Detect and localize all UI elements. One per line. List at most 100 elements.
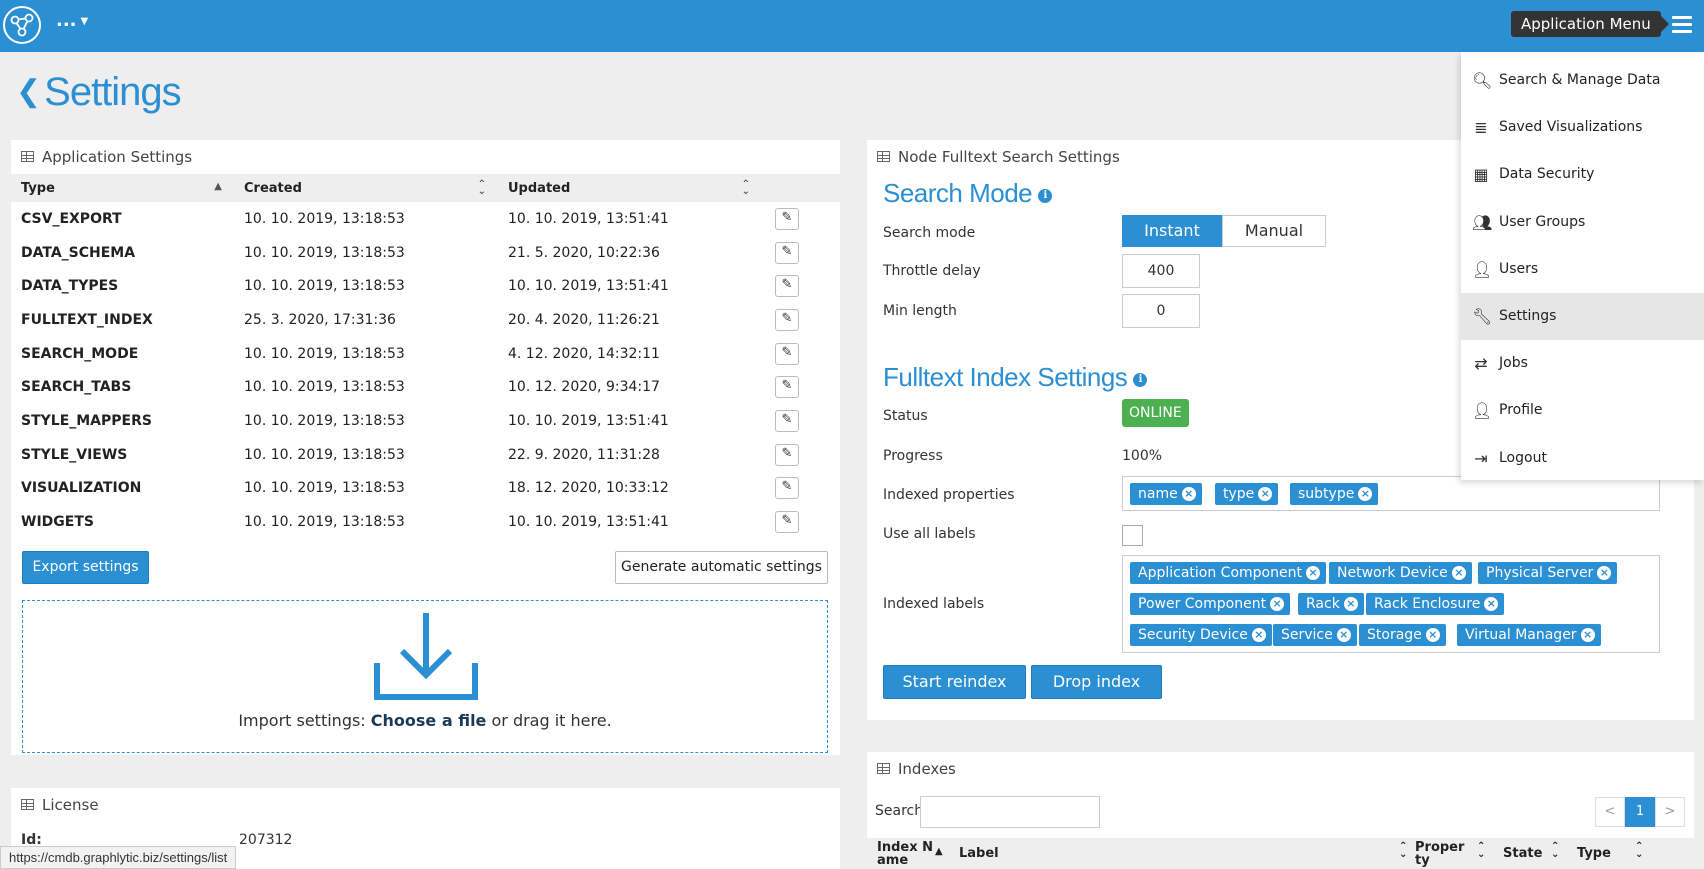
menu-item-jobs[interactable]: ⇄ Jobs xyxy=(1461,340,1704,387)
remove-tag-icon[interactable]: × xyxy=(1343,597,1358,611)
menu-item-users[interactable]: 👤︎ Users xyxy=(1461,246,1704,293)
remove-tag-icon[interactable]: × xyxy=(1181,487,1196,501)
tag-label: Network Device xyxy=(1337,565,1448,581)
table-row: STYLE_VIEWS 10. 10. 2019, 13:18:53 22. 9. … xyxy=(11,438,840,472)
application-menu-dropdown: 🔍︎ Search & Manage Data ≣ Saved Visualizati… xyxy=(1461,52,1704,480)
cell-updated: 10. 10. 2019, 13:51:41 xyxy=(508,278,669,295)
edit-icon[interactable]: ✎ xyxy=(775,207,799,230)
edit-icon[interactable]: ✎ xyxy=(775,275,799,298)
cell-actions: ✎ xyxy=(762,370,840,404)
table-row: SEARCH_MODE 10. 10. 2019, 13:18:53 4. 12. … xyxy=(11,337,840,371)
edit-icon[interactable]: ✎ xyxy=(775,241,799,264)
edit-icon[interactable]: ✎ xyxy=(775,477,799,500)
menu-item-logout[interactable]: ⇥ Logout xyxy=(1461,435,1704,482)
search-mode-instant[interactable]: Instant xyxy=(1122,215,1222,247)
drop-index-button[interactable]: Drop index xyxy=(1031,665,1162,699)
export-settings-button[interactable]: Export settings xyxy=(22,551,149,584)
panel-title: Application Settings xyxy=(42,148,193,166)
column-index-name[interactable]: Index N ame xyxy=(877,841,937,867)
column-state[interactable]: State xyxy=(1503,846,1542,861)
workspace-dropdown[interactable]: ... ▼ xyxy=(56,10,88,31)
indexed-labels-input[interactable]: Application Component × Network Device × P… xyxy=(1122,555,1660,653)
column-label: Updated xyxy=(508,180,571,196)
remove-tag-icon[interactable]: × xyxy=(1305,566,1320,580)
table-icon xyxy=(877,151,890,162)
heading-text: Fulltext Index Settings xyxy=(883,362,1128,392)
tag-label: name xyxy=(1138,486,1178,502)
column-type[interactable]: Type ▲ xyxy=(11,174,234,202)
table-row: DATA_SCHEMA 10. 10. 2019, 13:18:53 21. 5. … xyxy=(11,236,840,270)
graph-logo-icon[interactable] xyxy=(2,5,42,45)
caret-down-icon: ▼ xyxy=(80,15,89,27)
remove-tag-icon[interactable]: × xyxy=(1597,566,1612,580)
pager-next-button[interactable]: > xyxy=(1655,797,1685,827)
remove-tag-icon[interactable]: × xyxy=(1258,487,1273,501)
indexed-properties-label: Indexed properties xyxy=(883,487,1015,503)
edit-icon[interactable]: ✎ xyxy=(775,308,799,331)
sort-icon: ⌃ ⌄ xyxy=(1399,841,1408,860)
column-label[interactable]: Label xyxy=(959,846,999,861)
edit-icon[interactable]: ✎ xyxy=(775,342,799,365)
cell-actions: ✎ xyxy=(762,303,840,337)
edit-icon[interactable]: ✎ xyxy=(775,443,799,466)
remove-tag-icon[interactable]: × xyxy=(1270,597,1285,611)
back-chevron-icon[interactable]: ❮ xyxy=(16,75,41,108)
edit-icon[interactable]: ✎ xyxy=(775,376,799,399)
tag-label: type xyxy=(1223,486,1255,502)
cell-actions: ✎ xyxy=(762,202,840,236)
remove-tag-icon[interactable]: × xyxy=(1358,487,1373,501)
pager-prev-button[interactable]: < xyxy=(1595,797,1625,827)
cell-type: DATA_SCHEMA xyxy=(21,244,136,261)
edit-icon[interactable]: ✎ xyxy=(775,409,799,432)
menu-item-data-security[interactable]: ▦ Data Security xyxy=(1461,151,1704,198)
remove-tag-icon[interactable]: × xyxy=(1336,628,1351,642)
generate-automatic-settings-button[interactable]: Generate automatic settings xyxy=(615,551,828,584)
menu-item-profile[interactable]: 👤︎ Profile xyxy=(1461,387,1704,434)
search-mode-manual[interactable]: Manual xyxy=(1222,215,1326,247)
menu-item-user-groups[interactable]: 👥︎ User Groups xyxy=(1461,199,1704,246)
cell-created: 10. 10. 2019, 13:18:53 xyxy=(244,210,405,227)
use-all-labels-checkbox[interactable] xyxy=(1122,525,1143,546)
cell-actions: ✎ xyxy=(762,337,840,371)
menu-item-label: Saved Visualizations xyxy=(1499,119,1643,136)
import-instructions: Import settings: Choose a file or drag i… xyxy=(23,711,827,730)
throttle-delay-input[interactable]: 400 xyxy=(1122,254,1200,288)
tag-label: Power Component xyxy=(1138,596,1267,612)
column-created[interactable]: Created ⌃ ⌄ xyxy=(234,174,498,202)
column-updated[interactable]: Updated ⌃ ⌄ xyxy=(498,174,762,202)
fulltext-index-heading: Fulltext Index Settings i xyxy=(883,362,1148,393)
remove-tag-icon[interactable]: × xyxy=(1580,628,1595,642)
column-property[interactable]: Proper ty xyxy=(1415,841,1464,867)
min-length-input[interactable]: 0 xyxy=(1122,294,1200,328)
cell-created: 10. 10. 2019, 13:18:53 xyxy=(244,379,405,396)
panel-title: Node Fulltext Search Settings xyxy=(898,148,1120,166)
menu-item-saved-visualizations[interactable]: ≣ Saved Visualizations xyxy=(1461,104,1704,151)
remove-tag-icon[interactable]: × xyxy=(1484,597,1499,611)
panel-title: Indexes xyxy=(898,760,956,778)
start-reindex-button[interactable]: Start reindex xyxy=(883,665,1026,699)
database-icon: ≣ xyxy=(1474,118,1488,138)
users-icon: 👥︎ xyxy=(1472,212,1493,232)
info-icon[interactable]: i xyxy=(1133,373,1148,387)
edit-icon[interactable]: ✎ xyxy=(775,511,799,534)
choose-file-link[interactable]: Choose a file xyxy=(371,711,487,730)
remove-tag-icon[interactable]: × xyxy=(1251,628,1266,642)
use-all-labels-label: Use all labels xyxy=(883,526,976,542)
column-type[interactable]: Type xyxy=(1577,846,1611,861)
menu-item-settings[interactable]: 🔧︎ Settings xyxy=(1461,293,1704,340)
progress-label: Progress xyxy=(883,448,943,464)
info-icon[interactable]: i xyxy=(1038,189,1053,203)
menu-item-label: Settings xyxy=(1499,308,1557,324)
hamburger-menu-icon[interactable] xyxy=(1672,16,1692,34)
min-length-label: Min length xyxy=(883,303,957,319)
tag-label-item: Physical Server × xyxy=(1478,562,1618,584)
remove-tag-icon[interactable]: × xyxy=(1451,566,1466,580)
menu-item-label: User Groups xyxy=(1499,213,1586,230)
import-dropzone[interactable]: Import settings: Choose a file or drag i… xyxy=(22,600,828,753)
indexes-search-input[interactable] xyxy=(920,796,1100,828)
cell-actions: ✎ xyxy=(762,236,840,270)
remove-tag-icon[interactable]: × xyxy=(1425,628,1440,642)
cell-type: CSV_EXPORT xyxy=(21,210,122,227)
pager-page-1[interactable]: 1 xyxy=(1625,797,1655,827)
menu-item-search-manage-data[interactable]: 🔍︎ Search & Manage Data xyxy=(1461,57,1704,104)
